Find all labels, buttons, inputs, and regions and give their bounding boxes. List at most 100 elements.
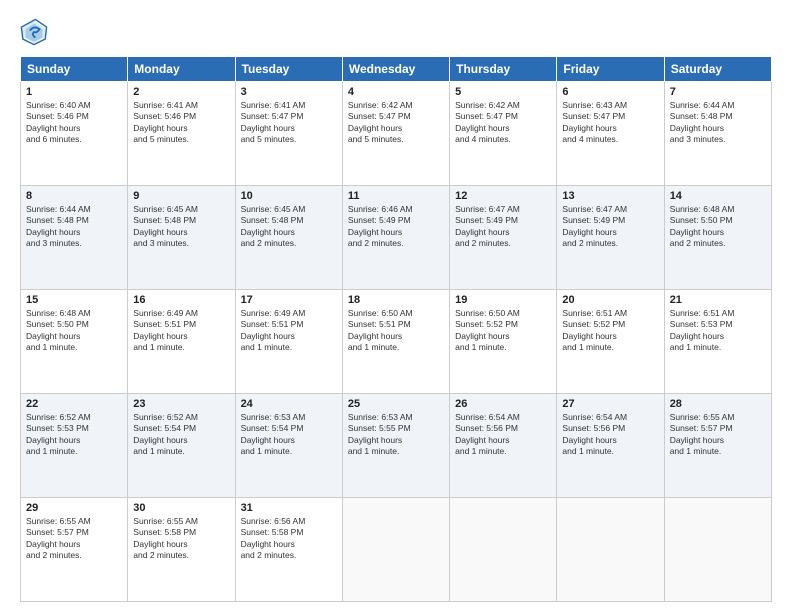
calendar-cell: 8 Sunrise: 6:44 AM Sunset: 5:48 PM Dayli…: [21, 186, 128, 290]
day-info: Sunrise: 6:54 AM Sunset: 5:56 PM Dayligh…: [562, 412, 658, 458]
day-number: 15: [26, 294, 122, 306]
day-info: Sunrise: 6:43 AM Sunset: 5:47 PM Dayligh…: [562, 100, 658, 146]
day-number: 14: [670, 190, 766, 202]
day-info: Sunrise: 6:49 AM Sunset: 5:51 PM Dayligh…: [241, 308, 337, 354]
calendar-cell: 19 Sunrise: 6:50 AM Sunset: 5:52 PM Dayl…: [450, 290, 557, 394]
day-info: Sunrise: 6:45 AM Sunset: 5:48 PM Dayligh…: [241, 204, 337, 250]
day-number: 24: [241, 398, 337, 410]
day-info: Sunrise: 6:41 AM Sunset: 5:46 PM Dayligh…: [133, 100, 229, 146]
day-number: 1: [26, 86, 122, 98]
day-info: Sunrise: 6:53 AM Sunset: 5:54 PM Dayligh…: [241, 412, 337, 458]
calendar-cell: [342, 498, 449, 602]
day-number: 30: [133, 502, 229, 514]
day-number: 21: [670, 294, 766, 306]
header: [20, 18, 772, 46]
calendar-cell: 11 Sunrise: 6:46 AM Sunset: 5:49 PM Dayl…: [342, 186, 449, 290]
day-number: 31: [241, 502, 337, 514]
day-info: Sunrise: 6:47 AM Sunset: 5:49 PM Dayligh…: [562, 204, 658, 250]
week-row-1: 1 Sunrise: 6:40 AM Sunset: 5:46 PM Dayli…: [21, 82, 772, 186]
day-number: 13: [562, 190, 658, 202]
day-number: 22: [26, 398, 122, 410]
weekday-header-monday: Monday: [128, 57, 235, 82]
week-row-5: 29 Sunrise: 6:55 AM Sunset: 5:57 PM Dayl…: [21, 498, 772, 602]
day-info: Sunrise: 6:49 AM Sunset: 5:51 PM Dayligh…: [133, 308, 229, 354]
day-info: Sunrise: 6:50 AM Sunset: 5:51 PM Dayligh…: [348, 308, 444, 354]
calendar-cell: [557, 498, 664, 602]
day-info: Sunrise: 6:50 AM Sunset: 5:52 PM Dayligh…: [455, 308, 551, 354]
weekday-header-tuesday: Tuesday: [235, 57, 342, 82]
day-info: Sunrise: 6:48 AM Sunset: 5:50 PM Dayligh…: [670, 204, 766, 250]
calendar-cell: 25 Sunrise: 6:53 AM Sunset: 5:55 PM Dayl…: [342, 394, 449, 498]
day-number: 5: [455, 86, 551, 98]
day-number: 27: [562, 398, 658, 410]
day-number: 25: [348, 398, 444, 410]
day-number: 16: [133, 294, 229, 306]
calendar-cell: 6 Sunrise: 6:43 AM Sunset: 5:47 PM Dayli…: [557, 82, 664, 186]
logo-icon: [20, 18, 48, 46]
day-info: Sunrise: 6:56 AM Sunset: 5:58 PM Dayligh…: [241, 516, 337, 562]
calendar-cell: 20 Sunrise: 6:51 AM Sunset: 5:52 PM Dayl…: [557, 290, 664, 394]
day-info: Sunrise: 6:51 AM Sunset: 5:53 PM Dayligh…: [670, 308, 766, 354]
day-number: 7: [670, 86, 766, 98]
week-row-4: 22 Sunrise: 6:52 AM Sunset: 5:53 PM Dayl…: [21, 394, 772, 498]
day-info: Sunrise: 6:53 AM Sunset: 5:55 PM Dayligh…: [348, 412, 444, 458]
day-info: Sunrise: 6:55 AM Sunset: 5:57 PM Dayligh…: [670, 412, 766, 458]
calendar-cell: 31 Sunrise: 6:56 AM Sunset: 5:58 PM Dayl…: [235, 498, 342, 602]
day-info: Sunrise: 6:47 AM Sunset: 5:49 PM Dayligh…: [455, 204, 551, 250]
weekday-header-friday: Friday: [557, 57, 664, 82]
day-number: 8: [26, 190, 122, 202]
day-number: 9: [133, 190, 229, 202]
logo: [20, 18, 52, 46]
week-row-2: 8 Sunrise: 6:44 AM Sunset: 5:48 PM Dayli…: [21, 186, 772, 290]
calendar-cell: 21 Sunrise: 6:51 AM Sunset: 5:53 PM Dayl…: [664, 290, 771, 394]
day-number: 23: [133, 398, 229, 410]
day-info: Sunrise: 6:42 AM Sunset: 5:47 PM Dayligh…: [455, 100, 551, 146]
day-info: Sunrise: 6:54 AM Sunset: 5:56 PM Dayligh…: [455, 412, 551, 458]
day-info: Sunrise: 6:55 AM Sunset: 5:58 PM Dayligh…: [133, 516, 229, 562]
day-number: 28: [670, 398, 766, 410]
day-number: 20: [562, 294, 658, 306]
day-number: 18: [348, 294, 444, 306]
calendar-cell: 16 Sunrise: 6:49 AM Sunset: 5:51 PM Dayl…: [128, 290, 235, 394]
calendar-cell: 12 Sunrise: 6:47 AM Sunset: 5:49 PM Dayl…: [450, 186, 557, 290]
day-info: Sunrise: 6:48 AM Sunset: 5:50 PM Dayligh…: [26, 308, 122, 354]
day-info: Sunrise: 6:44 AM Sunset: 5:48 PM Dayligh…: [26, 204, 122, 250]
day-info: Sunrise: 6:46 AM Sunset: 5:49 PM Dayligh…: [348, 204, 444, 250]
page: SundayMondayTuesdayWednesdayThursdayFrid…: [0, 0, 792, 612]
calendar-cell: 23 Sunrise: 6:52 AM Sunset: 5:54 PM Dayl…: [128, 394, 235, 498]
calendar-cell: 15 Sunrise: 6:48 AM Sunset: 5:50 PM Dayl…: [21, 290, 128, 394]
calendar-table: SundayMondayTuesdayWednesdayThursdayFrid…: [20, 56, 772, 602]
day-number: 29: [26, 502, 122, 514]
day-info: Sunrise: 6:55 AM Sunset: 5:57 PM Dayligh…: [26, 516, 122, 562]
day-info: Sunrise: 6:41 AM Sunset: 5:47 PM Dayligh…: [241, 100, 337, 146]
calendar-cell: 29 Sunrise: 6:55 AM Sunset: 5:57 PM Dayl…: [21, 498, 128, 602]
calendar-cell: 9 Sunrise: 6:45 AM Sunset: 5:48 PM Dayli…: [128, 186, 235, 290]
week-row-3: 15 Sunrise: 6:48 AM Sunset: 5:50 PM Dayl…: [21, 290, 772, 394]
day-info: Sunrise: 6:42 AM Sunset: 5:47 PM Dayligh…: [348, 100, 444, 146]
calendar-cell: 14 Sunrise: 6:48 AM Sunset: 5:50 PM Dayl…: [664, 186, 771, 290]
day-number: 6: [562, 86, 658, 98]
day-number: 2: [133, 86, 229, 98]
calendar-cell: 27 Sunrise: 6:54 AM Sunset: 5:56 PM Dayl…: [557, 394, 664, 498]
day-number: 11: [348, 190, 444, 202]
day-number: 19: [455, 294, 551, 306]
calendar-cell: 4 Sunrise: 6:42 AM Sunset: 5:47 PM Dayli…: [342, 82, 449, 186]
day-number: 4: [348, 86, 444, 98]
calendar-cell: 7 Sunrise: 6:44 AM Sunset: 5:48 PM Dayli…: [664, 82, 771, 186]
day-info: Sunrise: 6:52 AM Sunset: 5:54 PM Dayligh…: [133, 412, 229, 458]
calendar-cell: 28 Sunrise: 6:55 AM Sunset: 5:57 PM Dayl…: [664, 394, 771, 498]
calendar-cell: [664, 498, 771, 602]
day-number: 3: [241, 86, 337, 98]
day-number: 17: [241, 294, 337, 306]
calendar-cell: 17 Sunrise: 6:49 AM Sunset: 5:51 PM Dayl…: [235, 290, 342, 394]
day-info: Sunrise: 6:51 AM Sunset: 5:52 PM Dayligh…: [562, 308, 658, 354]
calendar-cell: 30 Sunrise: 6:55 AM Sunset: 5:58 PM Dayl…: [128, 498, 235, 602]
weekday-header-wednesday: Wednesday: [342, 57, 449, 82]
day-info: Sunrise: 6:44 AM Sunset: 5:48 PM Dayligh…: [670, 100, 766, 146]
day-info: Sunrise: 6:52 AM Sunset: 5:53 PM Dayligh…: [26, 412, 122, 458]
calendar-cell: 5 Sunrise: 6:42 AM Sunset: 5:47 PM Dayli…: [450, 82, 557, 186]
day-info: Sunrise: 6:45 AM Sunset: 5:48 PM Dayligh…: [133, 204, 229, 250]
calendar-cell: 13 Sunrise: 6:47 AM Sunset: 5:49 PM Dayl…: [557, 186, 664, 290]
calendar-cell: 1 Sunrise: 6:40 AM Sunset: 5:46 PM Dayli…: [21, 82, 128, 186]
calendar-cell: 2 Sunrise: 6:41 AM Sunset: 5:46 PM Dayli…: [128, 82, 235, 186]
